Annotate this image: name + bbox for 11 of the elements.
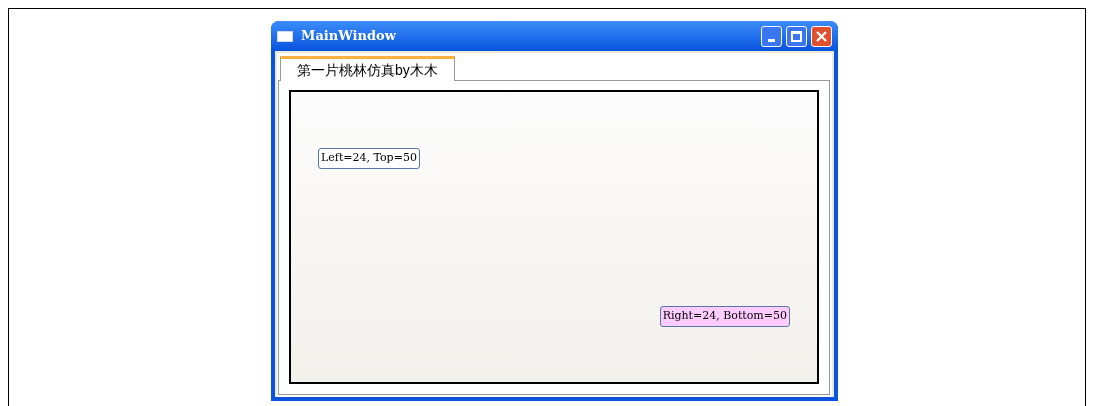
- canvas-button[interactable]: Right=24, Bottom=50: [659, 306, 790, 327]
- window-title: MainWindow: [301, 27, 397, 46]
- tab[interactable]: 第一片桃林仿真by木木: [280, 56, 455, 81]
- canvas-button[interactable]: Left=24, Top=50: [318, 148, 420, 169]
- maximize-icon: [791, 30, 802, 42]
- minimize-button[interactable]: [761, 25, 782, 47]
- minimize-icon: [768, 38, 775, 42]
- close-button[interactable]: [811, 25, 832, 47]
- close-icon: [815, 29, 828, 43]
- maximize-button[interactable]: [786, 25, 807, 47]
- window-icon: [277, 30, 293, 42]
